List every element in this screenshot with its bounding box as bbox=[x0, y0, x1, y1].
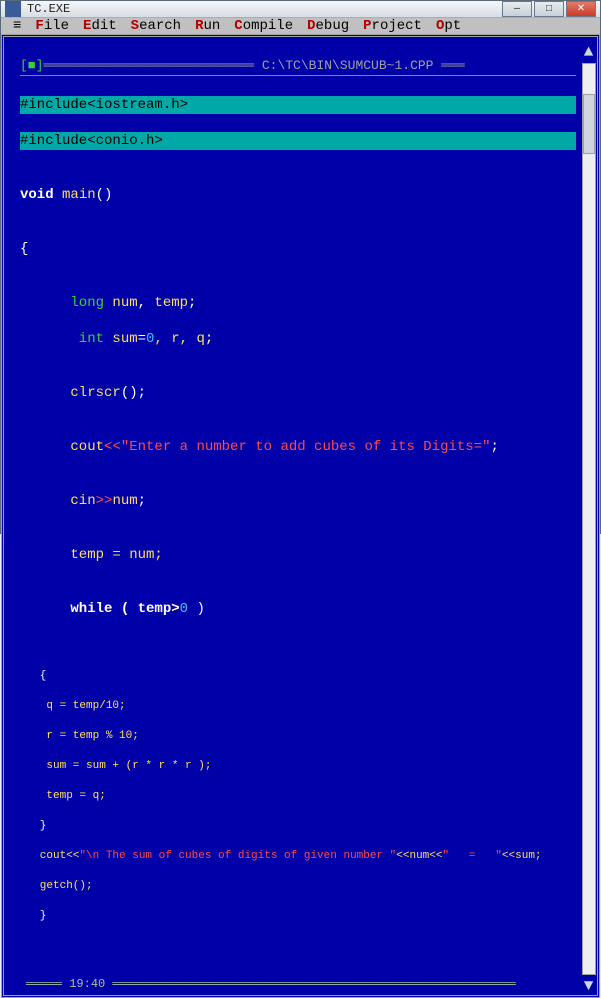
code-line: long num, temp; bbox=[20, 294, 576, 312]
close-button[interactable]: ✕ bbox=[566, 1, 596, 17]
menu-edit[interactable]: EEditdit bbox=[83, 18, 117, 34]
maximize-button[interactable]: □ bbox=[534, 1, 564, 17]
menu-options[interactable]: OOptpt bbox=[436, 18, 461, 34]
tab-marker[interactable]: [■] bbox=[20, 58, 43, 73]
code-line: temp = num; bbox=[20, 546, 576, 564]
code-line: { bbox=[20, 669, 576, 684]
tab-header: [■]═══════════════════════════ C:\TC\BIN… bbox=[20, 57, 576, 76]
scroll-thumb[interactable] bbox=[583, 94, 595, 154]
code-line: temp = q; bbox=[20, 789, 576, 804]
window-title: TC.EXE bbox=[27, 2, 70, 16]
code-line: cin>>num; bbox=[20, 492, 576, 510]
scroll-down-icon[interactable]: ▼ bbox=[584, 977, 594, 995]
code-line: getch(); bbox=[20, 879, 576, 894]
titlebar[interactable]: TC.EXE — □ ✕ bbox=[1, 1, 600, 18]
code-line: void main() bbox=[20, 186, 576, 204]
menu-debug[interactable]: DDebugebug bbox=[307, 18, 349, 34]
menu-file[interactable]: FFileile bbox=[35, 18, 69, 34]
code-line: int sum=0, r, q; bbox=[20, 330, 576, 348]
app-icon bbox=[5, 1, 21, 17]
scroll-up-icon[interactable]: ▲ bbox=[584, 43, 594, 61]
code-line: #include<iostream.h> bbox=[20, 96, 576, 114]
code-line: cout<<"Enter a number to add cubes of it… bbox=[20, 438, 576, 456]
dash-icon[interactable]: ≡ bbox=[13, 18, 21, 34]
code-line: cout<<"\n The sum of cubes of digits of … bbox=[20, 849, 576, 864]
code-line: #include<conio.h> bbox=[20, 132, 576, 150]
code-line: while ( temp>0 ) bbox=[20, 600, 576, 618]
code-line: sum = sum + (r * r * r ); bbox=[20, 759, 576, 774]
code-line: { bbox=[20, 240, 576, 258]
code-line: r = temp % 10; bbox=[20, 729, 576, 744]
scroll-track[interactable] bbox=[582, 63, 596, 975]
menu-project[interactable]: PProjectroject bbox=[363, 18, 422, 34]
code-line: } bbox=[20, 909, 576, 924]
editor-area: [■]═══════════════════════════ C:\TC\BIN… bbox=[1, 34, 600, 998]
minimize-button[interactable]: — bbox=[502, 1, 532, 17]
gutter bbox=[4, 37, 16, 995]
file-path: C:\TC\BIN\SUMCUB~1.CPP bbox=[262, 58, 434, 73]
code-block-small: { q = temp/10; r = temp % 10; sum = sum … bbox=[20, 654, 576, 939]
code-line: clrscr(); bbox=[20, 384, 576, 402]
menu-run[interactable]: RRunun bbox=[195, 18, 220, 34]
window-buttons: — □ ✕ bbox=[502, 1, 596, 17]
code-line: } bbox=[20, 819, 576, 834]
menu-compile[interactable]: CCompileompile bbox=[234, 18, 293, 34]
app-window: TC.EXE — □ ✕ ≡ FFileile EEditdit SSearch… bbox=[0, 0, 601, 534]
code-area[interactable]: [■]═══════════════════════════ C:\TC\BIN… bbox=[16, 37, 580, 995]
cursor-position: ═════ 19:40 ════════════════════════════… bbox=[26, 975, 516, 993]
menu-search[interactable]: SSearchearch bbox=[131, 18, 181, 34]
vertical-scrollbar[interactable]: ▲ ▼ bbox=[580, 37, 597, 995]
code-line: q = temp/10; bbox=[20, 699, 576, 714]
menubar: ≡ FFileile EEditdit SSearchearch RRunun … bbox=[1, 18, 600, 34]
